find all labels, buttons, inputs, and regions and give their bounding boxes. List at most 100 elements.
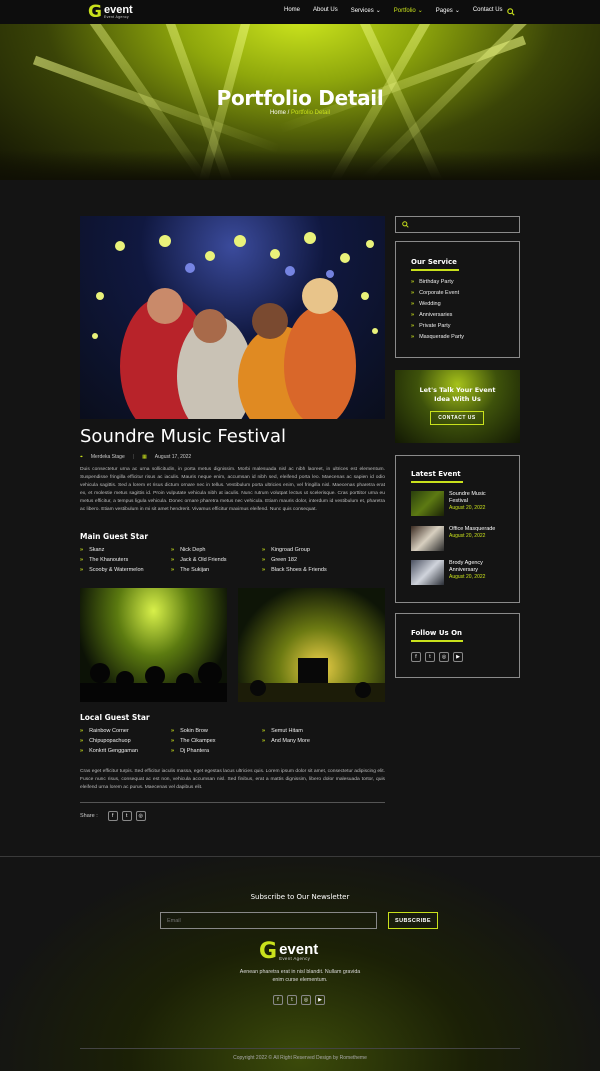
search-icon <box>402 221 409 228</box>
divider <box>80 802 385 803</box>
instagram-icon[interactable]: ◎ <box>439 652 449 662</box>
breadcrumb-home[interactable]: Home <box>270 110 286 116</box>
share-row: Share : f t ◎ <box>80 811 146 821</box>
contact-us-button[interactable]: CONTACT US <box>430 411 484 425</box>
facebook-icon[interactable]: f <box>273 995 283 1005</box>
instagram-icon[interactable]: ◎ <box>301 995 311 1005</box>
latest-event-date: August 20, 2022 <box>449 505 486 511</box>
logo-tagline: Event Agency <box>103 15 129 20</box>
list-item: Chipupopachuop <box>80 738 171 744</box>
search-icon[interactable] <box>507 8 515 16</box>
logo-tagline: Event Agency <box>279 956 311 962</box>
follow-title: Follow Us On <box>411 629 463 637</box>
service-link[interactable]: Birthday Party <box>411 279 464 285</box>
nav-services[interactable]: Services ⌄ <box>351 7 381 14</box>
nav-pages[interactable]: Pages ⌄ <box>436 7 460 14</box>
latest-event-name: Soundre Music Festival <box>449 491 486 504</box>
twitter-icon[interactable]: t <box>287 995 297 1005</box>
local-guest-list: Rainbow Corner Sokin Brow Semut Hitam Ch… <box>80 728 362 754</box>
meta-divider: | <box>132 454 135 460</box>
list-item: Nick Deph <box>171 547 262 553</box>
event-meta: ⌖ Merdeka Stage | ▦ August 17, 2022 <box>80 454 191 460</box>
latest-event-widget: Latest Event Soundre Music Festival Augus… <box>395 455 520 603</box>
local-guest-heading: Local Guest Star <box>80 713 150 722</box>
gallery-photo-concert-crowd[interactable] <box>80 588 227 702</box>
share-label: Share : <box>80 813 98 819</box>
cta-banner: Let's Talk Your Event Idea With Us CONTA… <box>395 370 520 443</box>
main-guest-list: Skanz Nick Deph Kingroad Group The Khano… <box>80 547 362 573</box>
follow-widget: Follow Us On f t ◎ ▶ <box>395 613 520 678</box>
twitter-icon[interactable]: t <box>425 652 435 662</box>
nav-services-label: Services <box>350 8 374 14</box>
event-title: Soundre Music Festival <box>80 426 286 447</box>
gallery-photo-stage[interactable] <box>238 588 385 702</box>
list-item: Kingroad Group <box>262 547 362 553</box>
twitter-icon[interactable]: t <box>121 811 132 821</box>
event-date: August 17, 2022 <box>154 454 192 460</box>
facebook-icon[interactable]: f <box>411 652 421 662</box>
main-guest-heading: Main Guest Star <box>80 532 149 541</box>
event-thumbnail <box>411 526 444 551</box>
list-item: The Cikampex <box>171 738 262 744</box>
service-link[interactable]: Wedding <box>411 301 464 307</box>
footer-logo[interactable]: G event Event Agency <box>259 941 318 963</box>
logo-mark: G <box>259 939 278 964</box>
location-pin-icon: ⌖ <box>80 454 83 460</box>
footer-about: Aenean pharetra erat in nisl blandit. Nu… <box>239 969 361 983</box>
list-item: And Many More <box>262 738 362 744</box>
event-hero-photo <box>80 216 385 419</box>
nav-about[interactable]: About Us <box>313 7 338 14</box>
service-link[interactable]: Masquerade Party <box>411 334 464 340</box>
event-description: Duis consectetur urna ac urna sollicitud… <box>80 467 385 512</box>
service-widget-title: Our Service <box>411 258 457 266</box>
email-input[interactable] <box>160 912 377 929</box>
list-item: The Khanouters <box>80 557 171 563</box>
latest-event-date: August 20, 2022 <box>449 574 486 580</box>
latest-event-item[interactable]: Soundre Music Festival August 20, 2022 <box>411 491 499 516</box>
latest-event-name: Office Masquerade <box>449 526 496 532</box>
title-underline <box>411 640 463 642</box>
site-logo[interactable]: G event Event Agency <box>88 4 133 21</box>
latest-event-item[interactable]: Office Masquerade August 20, 2022 <box>411 526 499 551</box>
nav-contact[interactable]: Contact Us <box>473 7 503 14</box>
list-item: Dj Phantera <box>171 748 262 754</box>
nav-pages-label: Pages <box>435 8 453 14</box>
top-navbar: G event Event Agency Home About Us Servi… <box>0 0 600 24</box>
event-thumbnail <box>411 560 444 585</box>
youtube-icon[interactable]: ▶ <box>453 652 463 662</box>
nav-portfolio[interactable]: Portfolio ⌄ <box>394 7 423 14</box>
newsletter-title: Subscribe to Our Newsletter <box>250 893 350 901</box>
list-item: Semut Hitam <box>262 728 362 734</box>
service-link[interactable]: Private Party <box>411 323 464 329</box>
list-item: Skanz <box>80 547 171 553</box>
footer <box>0 857 600 1071</box>
title-underline <box>411 269 459 271</box>
logo-wordmark: event <box>279 941 319 959</box>
facebook-icon[interactable]: f <box>107 811 118 821</box>
list-item: Green 182 <box>262 557 362 563</box>
service-link[interactable]: Anniversaries <box>411 312 464 318</box>
nav-home[interactable]: Home <box>284 7 300 14</box>
sidebar-search-input[interactable] <box>395 216 520 233</box>
service-link[interactable]: Corporate Event <box>411 290 464 296</box>
list-item: The Sukijan <box>171 567 262 573</box>
list-item: Jack & Old Friends <box>171 557 262 563</box>
instagram-icon[interactable]: ◎ <box>135 811 146 821</box>
list-item: Black Shoes & Friends <box>262 567 362 573</box>
list-item: Rainbow Corner <box>80 728 171 734</box>
copyright: Copyright 2022 © All Right Reserved Desi… <box>233 1055 367 1061</box>
chevron-down-icon: ⌄ <box>375 8 381 14</box>
event-location: Merdeka Stage <box>90 454 125 460</box>
chevron-down-icon: ⌄ <box>454 8 460 14</box>
event-closing-text: Cras eget efficitur turpis. Sed efficitu… <box>80 769 385 790</box>
breadcrumb-current: Portfolio Detail <box>291 110 331 116</box>
breadcrumb-separator: / <box>287 110 290 116</box>
event-thumbnail <box>411 491 444 516</box>
subscribe-button[interactable]: SUBSCRIBE <box>388 912 438 929</box>
page-title: Portfolio Detail <box>216 86 384 110</box>
logo-mark: G <box>88 2 102 22</box>
chevron-down-icon: ⌄ <box>417 8 423 14</box>
youtube-icon[interactable]: ▶ <box>315 995 325 1005</box>
latest-event-item[interactable]: Brody Agency Anniversary August 20, 2022 <box>411 560 499 585</box>
list-item: Konkrit Genggaman <box>80 748 171 754</box>
